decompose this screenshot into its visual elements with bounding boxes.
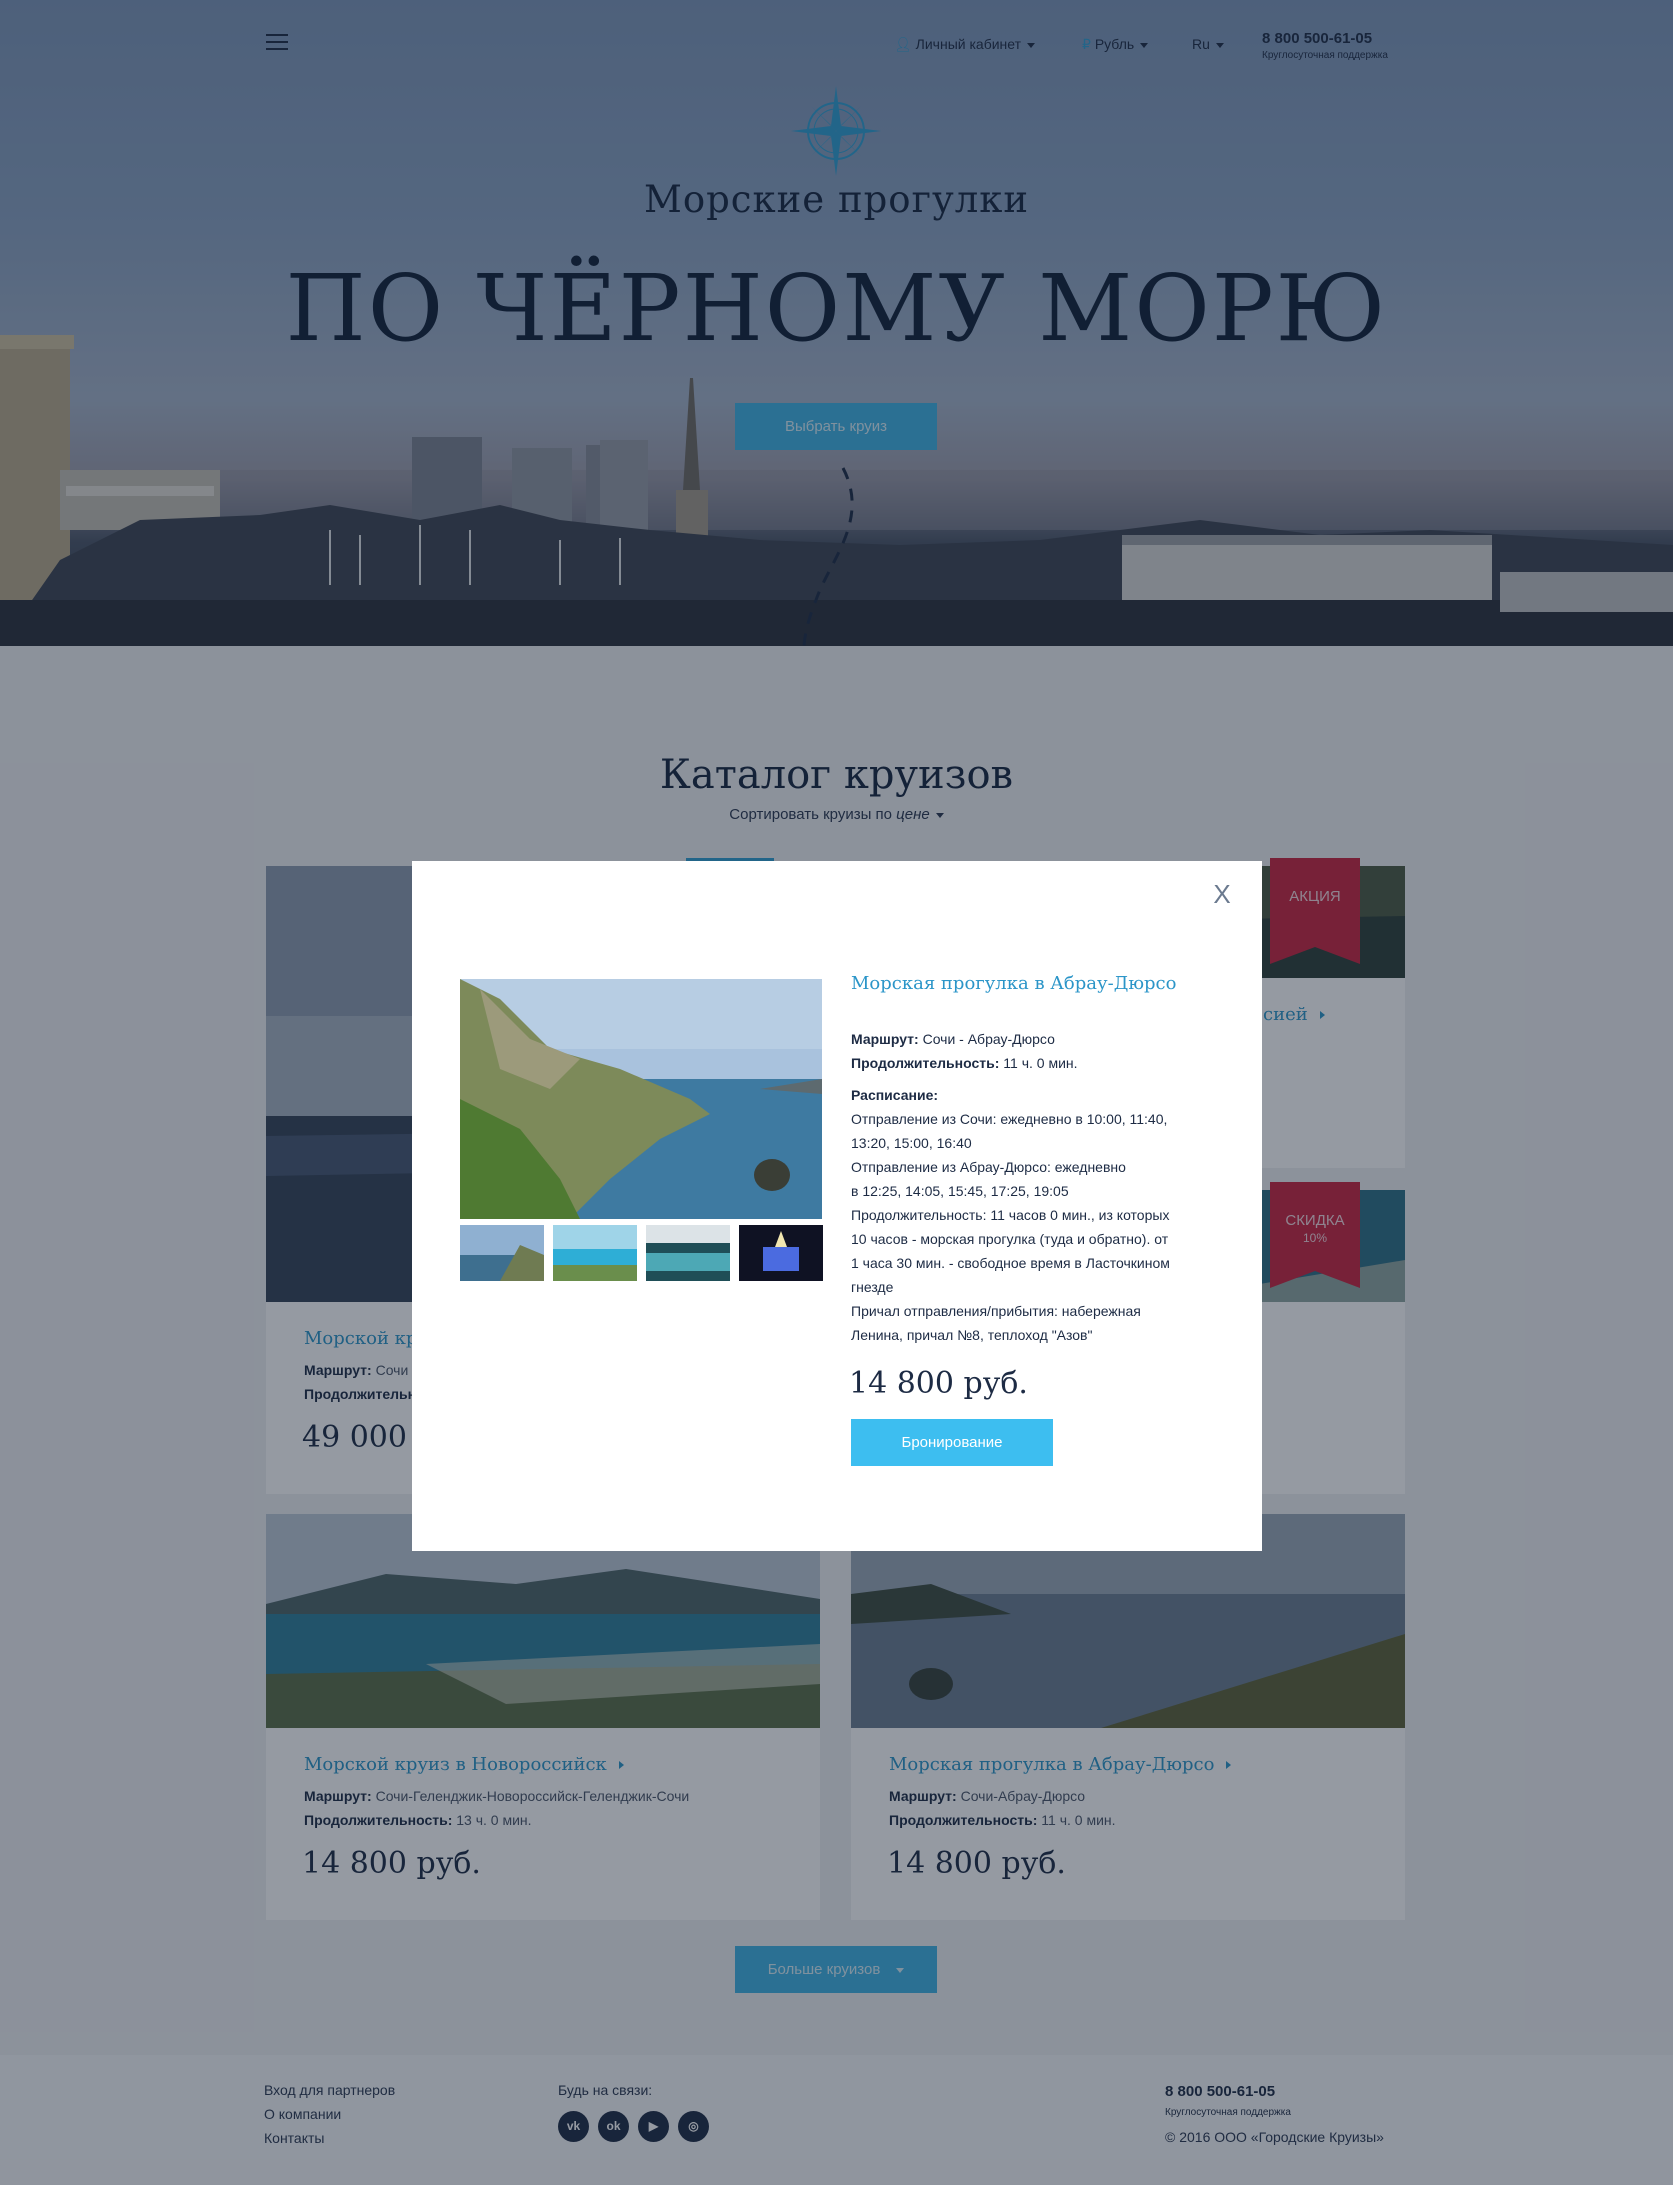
schedule-label: Расписание: [851,1087,939,1103]
duration-value: 11 ч. 0 мин. [1003,1055,1078,1071]
gallery-thumbnail[interactable] [460,1225,544,1281]
cruise-details-modal: X Морская прогулка в Абрау-Дюрсо Маршрут… [412,861,1262,1551]
modal-title: Морская прогулка в Абрау-Дюрсо [851,973,1177,994]
schedule-line: Причал отправления/прибытия: набережная [851,1303,1141,1319]
schedule-line: Ленина, причал №8, теплоход "Азов" [851,1327,1093,1343]
schedule-line: 13:20, 15:00, 16:40 [851,1135,972,1151]
route-value: Сочи - Абрау-Дюрсо [922,1031,1055,1047]
gallery-thumbnail[interactable] [739,1225,823,1281]
cruise-main-photo [460,979,822,1219]
schedule-line: в 12:25, 14:05, 15:45, 17:25, 19:05 [851,1183,1069,1199]
gallery-thumbnail[interactable] [646,1225,730,1281]
book-button[interactable]: Бронирование [851,1419,1053,1466]
schedule-line: Отправление из Абрау-Дюрсо: ежедневно [851,1159,1126,1175]
modal-info: Маршрут: Сочи - Абрау-Дюрсо Продолжитель… [851,1027,1221,1347]
schedule-line: 10 часов - морская прогулка (туда и обра… [851,1231,1169,1247]
route-label: Маршрут: [851,1031,919,1047]
schedule-line: Отправление из Сочи: ежедневно в 10:00, … [851,1111,1168,1127]
schedule-line: Продолжительность: 11 часов 0 мин., из к… [851,1207,1170,1223]
schedule-line: гнезде [851,1279,894,1295]
duration-label: Продолжительность: [851,1055,1000,1071]
modal-price: 14 800 руб. [849,1366,1028,1401]
gallery-thumbnail[interactable] [553,1225,637,1281]
schedule-line: 1 часа 30 мин. - свободное время в Ласто… [851,1255,1170,1271]
close-icon[interactable]: X [1210,881,1234,907]
